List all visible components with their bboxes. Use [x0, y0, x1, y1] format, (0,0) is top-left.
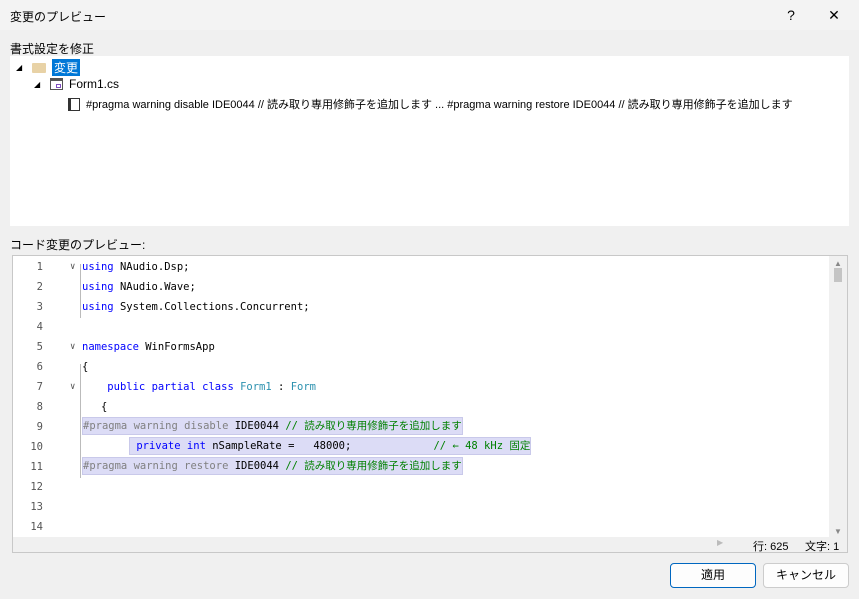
tree-root-label: 変更 — [52, 59, 81, 76]
code-token: using — [82, 301, 114, 313]
line-number: 5 — [36, 341, 43, 353]
line-number: 2 — [36, 281, 43, 293]
status-bar: ▶ 行: 625 文字: 1 — [13, 537, 847, 553]
code-line: 3 using System.Collections.Concurrent; — [13, 297, 829, 317]
code-line: 7 ∨ public partial class Form1 : Form — [13, 377, 829, 397]
line-number: 1 — [36, 261, 43, 273]
line-number: 8 — [36, 401, 43, 413]
code-token: System.Collections.Concurrent; — [119, 301, 310, 313]
code-token: // 読み取り専用修飾子を追加します — [285, 460, 462, 472]
code-token: NAudio.Wave; — [119, 281, 196, 293]
fold-icon[interactable]: ∨ — [70, 257, 75, 277]
code-line: 4 — [13, 317, 829, 337]
line-number: 14 — [30, 521, 43, 533]
code-token: #pragma warning disable — [83, 420, 229, 432]
apply-button[interactable]: 適用 — [670, 563, 756, 588]
fold-icon[interactable]: ∨ — [70, 377, 75, 397]
code-token: using — [82, 261, 114, 273]
code-token: class — [202, 381, 234, 393]
code-text: { — [82, 397, 107, 417]
code-token: private — [136, 440, 181, 452]
code-line: 1 ∨ using NAudio.Dsp; — [13, 257, 829, 277]
expand-icon[interactable]: ◢ — [34, 80, 44, 89]
form-file-icon — [50, 78, 63, 90]
tree-label: 書式設定を修正 — [10, 42, 95, 56]
code-token: WinFormsApp — [145, 341, 215, 353]
close-button[interactable]: ✕ — [823, 4, 845, 26]
code-line: 5 ∨ namespace WinFormsApp — [13, 337, 829, 357]
line-indicator: 行: 625 — [753, 541, 789, 553]
code-token: // 読み取り専用修飾子を追加します — [285, 420, 462, 432]
code-token: partial — [151, 381, 196, 393]
tree-change-label: #pragma warning disable IDE0044 // 読み取り専… — [86, 99, 793, 111]
code-token: { — [82, 361, 89, 373]
help-button[interactable]: ? — [780, 4, 802, 26]
code-token: namespace — [82, 341, 139, 353]
code-token: public — [107, 381, 146, 393]
code-token: // ← 48 kHz 固定 — [433, 440, 531, 452]
code-token: using — [82, 281, 114, 293]
line-number: 11 — [30, 461, 43, 473]
code-token: NAudio.Dsp; — [119, 261, 190, 273]
code-token: nSampleRate = 48000; — [212, 440, 428, 452]
column-indicator: 文字: 1 — [805, 541, 840, 553]
expand-icon[interactable]: ◢ — [16, 63, 26, 72]
tree-file-label: Form1.cs — [69, 77, 120, 91]
tree-item-file[interactable]: ◢ Form1.cs — [34, 77, 119, 91]
change-tree: ◢ 変更 ◢ Form1.cs #pragma warning disable … — [10, 56, 849, 226]
line-number: 10 — [30, 441, 43, 453]
code-token: IDE0044 — [234, 420, 279, 432]
folder-icon — [32, 62, 46, 73]
code-text: namespace WinFormsApp — [82, 337, 215, 357]
code-text: private int nSampleRate = 48000; // ← 48… — [129, 437, 532, 455]
code-token: int — [186, 440, 206, 452]
code-change-icon — [68, 97, 80, 111]
code-text: using System.Collections.Concurrent; — [82, 297, 310, 317]
code-text: using NAudio.Wave; — [82, 277, 196, 297]
line-number: 7 — [36, 381, 43, 393]
code-token: Form1 — [240, 381, 272, 393]
code-line: 6{ — [13, 357, 829, 377]
code-line: 13 — [13, 497, 829, 517]
tree-item-root[interactable]: ◢ 変更 — [16, 59, 81, 76]
code-line: 11 #pragma warning restore IDE0044 // 読み取… — [13, 457, 829, 477]
code-text: using NAudio.Dsp; — [82, 257, 189, 277]
window-title: 変更のプレビュー — [10, 10, 107, 24]
code-token: #pragma warning restore — [83, 460, 229, 472]
scroll-right-icon[interactable]: ▶ — [717, 538, 723, 547]
vertical-scrollbar[interactable]: ▲ ▼ — [829, 256, 847, 538]
code-token: IDE0044 — [234, 460, 279, 472]
cancel-button[interactable]: キャンセル — [763, 563, 849, 588]
code-text: #pragma warning restore IDE0044 // 読み取り専… — [82, 457, 463, 475]
line-number: 13 — [30, 501, 43, 513]
code-line: 12 — [13, 477, 829, 497]
code-token: Form — [290, 381, 316, 393]
code-text: { — [82, 357, 88, 377]
code-line: 8 { — [13, 397, 829, 417]
line-number: 6 — [36, 361, 43, 373]
line-number: 9 — [36, 421, 43, 433]
code-token: : — [278, 381, 285, 393]
code-line: 14 — [13, 517, 829, 537]
code-preview[interactable]: 1 ∨ using NAudio.Dsp; 2 using NAudio.Wave; 3 u… — [12, 255, 848, 553]
code-line: 2 using NAudio.Wave; — [13, 277, 829, 297]
code-line: 10 private int nSampleRate = 48000; // ←… — [13, 437, 829, 457]
code-text: #pragma warning disable IDE0044 // 読み取り専… — [82, 417, 463, 435]
tree-item-change[interactable]: #pragma warning disable IDE0044 // 読み取り専… — [68, 96, 793, 112]
line-number: 12 — [30, 481, 43, 493]
code-text: public partial class Form1 : Form — [82, 377, 316, 397]
line-number: 3 — [36, 301, 43, 313]
preview-label: コード変更のプレビュー: — [10, 238, 146, 252]
line-number: 4 — [36, 321, 43, 333]
title-bar: 変更のプレビュー ? ✕ — [0, 0, 859, 30]
code-token: { — [82, 401, 108, 413]
fold-icon[interactable]: ∨ — [70, 337, 75, 357]
code-line: 9 #pragma warning disable IDE0044 // 読み取り… — [13, 417, 829, 437]
